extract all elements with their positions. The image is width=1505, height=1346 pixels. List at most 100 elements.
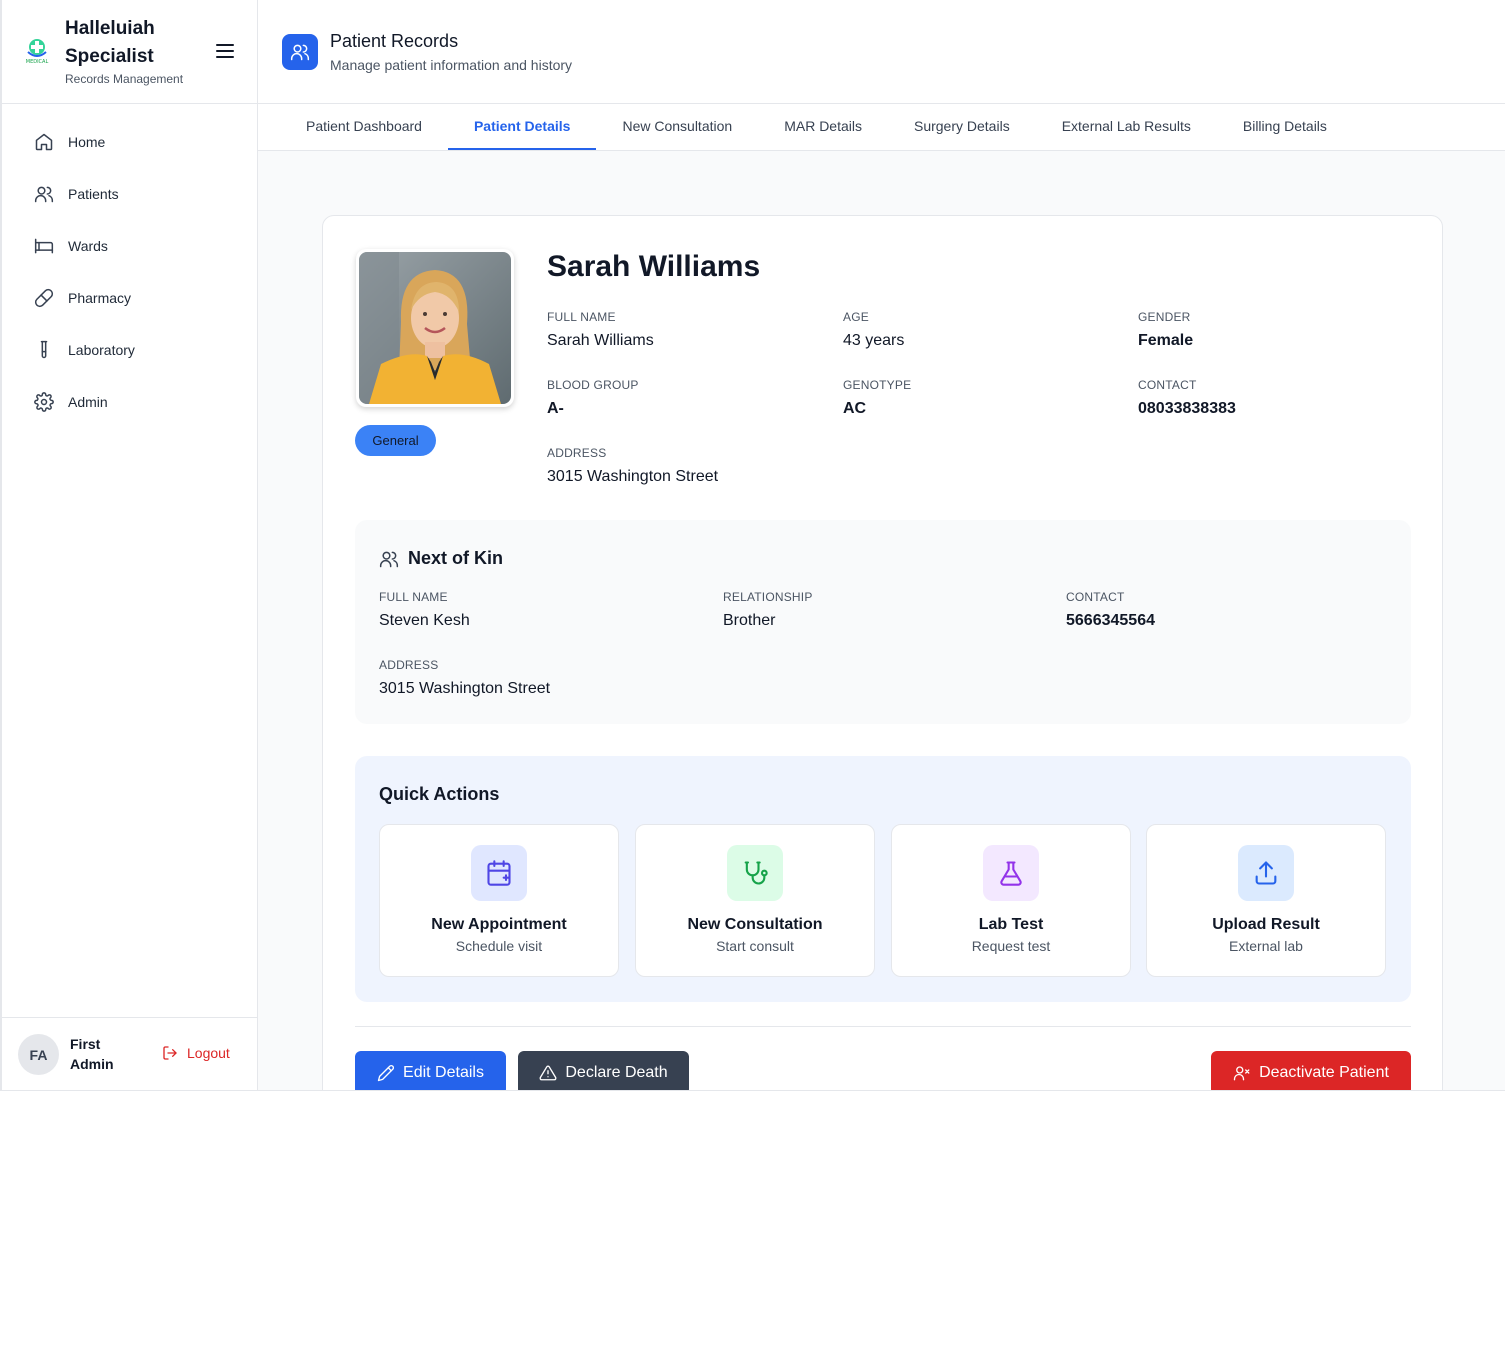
page-header: Patient Records Manage patient informati… [258, 0, 1505, 104]
field-label: GENDER [1138, 310, 1191, 324]
patient-card: General Sarah Williams FULL NAME Sarah W… [322, 215, 1443, 1090]
pencil-icon [377, 1065, 395, 1082]
calendar-plus-icon [487, 860, 511, 886]
bed-icon [34, 238, 54, 254]
qa-label: New Consultation [687, 916, 823, 933]
tab-patient-dashboard[interactable]: Patient Dashboard [280, 104, 448, 150]
tab-billing-details[interactable]: Billing Details [1217, 104, 1353, 150]
deactivate-patient-label: Deactivate Patient [1259, 1064, 1389, 1081]
qa-sub: Start consult [716, 938, 794, 954]
qa-label: New Appointment [431, 916, 567, 933]
gear-icon [34, 392, 54, 412]
field-label: FULL NAME [379, 590, 448, 604]
home-icon [35, 133, 53, 151]
field-value: 3015 Washington Street [379, 680, 551, 697]
kin-field-address: ADDRESS 3015 Washington Street [379, 658, 550, 698]
quick-action-lab-test[interactable]: Lab Test Request test [891, 824, 1131, 977]
users-icon [290, 44, 310, 61]
quick-actions-title: Quick Actions [379, 784, 500, 804]
brand-header: MEDICAL Halleluiah Specialist Records Ma… [2, 0, 257, 104]
field-blood-group: BLOOD GROUP A- [547, 378, 639, 418]
field-label: BLOOD GROUP [547, 378, 639, 392]
declare-death-label: Declare Death [565, 1064, 668, 1081]
tab-bar: Patient Dashboard Patient Details New Co… [258, 104, 1505, 151]
field-value: A- [547, 400, 564, 417]
declare-death-button[interactable]: Declare Death [518, 1051, 689, 1090]
qa-icon-box [1238, 845, 1294, 901]
field-value: 43 years [843, 332, 905, 349]
avatar: FA [18, 1034, 59, 1075]
field-label: CONTACT [1138, 378, 1197, 392]
kin-field-full-name: FULL NAME Steven Kesh [379, 590, 470, 630]
quick-action-upload-result[interactable]: Upload Result External lab [1146, 824, 1386, 977]
sidebar-item-label: Wards [68, 238, 108, 254]
field-label: ADDRESS [379, 658, 439, 672]
divider [355, 1026, 1411, 1027]
sidebar-item-label: Pharmacy [68, 290, 132, 306]
sidebar: MEDICAL Halleluiah Specialist Records Ma… [0, 0, 258, 1090]
medical-logo-icon: MEDICAL [26, 39, 49, 65]
tab-patient-details[interactable]: Patient Details [447, 104, 597, 150]
patient-name-heading: Sarah Williams [547, 250, 761, 283]
tab-mar-details[interactable]: MAR Details [758, 104, 888, 150]
field-contact: CONTACT 08033838383 [1138, 378, 1236, 418]
menu-toggle-icon[interactable] [214, 40, 236, 62]
field-label: AGE [843, 310, 869, 324]
next-of-kin-heading: Next of Kin [408, 548, 504, 568]
kin-field-relationship: RELATIONSHIP Brother [723, 590, 813, 630]
field-label: GENOTYPE [843, 378, 912, 392]
tab-new-consultation[interactable]: New Consultation [596, 104, 758, 150]
brand-subtitle: Records Management [65, 72, 184, 86]
sidebar-item-laboratory[interactable]: Laboratory [2, 324, 257, 376]
sidebar-item-wards[interactable]: Wards [2, 220, 257, 272]
quick-action-new-consultation[interactable]: New Consultation Start consult [635, 824, 875, 977]
qa-sub: Schedule visit [455, 938, 543, 954]
qa-icon-box [727, 845, 783, 901]
field-full-name: FULL NAME Sarah Williams [547, 310, 654, 350]
users-icon [379, 551, 399, 567]
sidebar-item-admin[interactable]: Admin [2, 376, 257, 428]
main-content: Patient Records Manage patient informati… [258, 0, 1505, 1090]
patient-photo [359, 252, 511, 404]
field-value: 5666345564 [1066, 612, 1155, 629]
warning-triangle-icon [539, 1065, 557, 1081]
tab-external-lab-results[interactable]: External Lab Results [1036, 104, 1217, 150]
field-label: CONTACT [1066, 590, 1125, 604]
test-tube-icon [40, 340, 48, 359]
field-label: RELATIONSHIP [723, 590, 813, 604]
tab-surgery-details[interactable]: Surgery Details [888, 104, 1036, 150]
sidebar-item-patients[interactable]: Patients [2, 168, 257, 220]
sidebar-item-home[interactable]: Home [2, 116, 257, 168]
logout-icon [163, 1046, 177, 1060]
user-name: First Admin [70, 1036, 114, 1072]
header-icon-box [282, 34, 318, 70]
deactivate-patient-button[interactable]: Deactivate Patient [1211, 1051, 1411, 1090]
app-frame: MEDICAL Halleluiah Specialist Records Ma… [0, 0, 1505, 1091]
logout-button[interactable]: Logout [162, 1045, 230, 1061]
field-address: ADDRESS 3015 Washington Street [547, 446, 718, 486]
user-panel: FA First Admin Logout [2, 1017, 258, 1090]
field-label: FULL NAME [547, 310, 616, 324]
field-value: 3015 Washington Street [547, 468, 719, 485]
users-icon [34, 186, 54, 203]
field-value: 08033838383 [1138, 400, 1236, 417]
sidebar-item-label: Laboratory [68, 342, 135, 358]
field-label: ADDRESS [547, 446, 607, 460]
edit-details-button[interactable]: Edit Details [355, 1051, 506, 1090]
field-value: Female [1138, 332, 1194, 349]
sidebar-item-label: Home [68, 134, 106, 150]
qa-icon-box [983, 845, 1039, 901]
sidebar-item-pharmacy[interactable]: Pharmacy [2, 272, 257, 324]
field-genotype: GENOTYPE AC [843, 378, 911, 418]
patient-category-badge: General [355, 425, 436, 456]
logo-text: MEDICAL [26, 59, 49, 65]
next-of-kin-title: Next of Kin [379, 548, 503, 569]
pill-icon [34, 288, 54, 308]
logout-label: Logout [187, 1045, 230, 1061]
qa-label: Upload Result [1212, 916, 1320, 933]
patient-photo-frame [356, 249, 514, 407]
field-value: Brother [723, 612, 776, 629]
patient-portrait-image [359, 252, 511, 404]
quick-action-new-appointment[interactable]: New Appointment Schedule visit [379, 824, 619, 977]
field-value: Sarah Williams [547, 332, 654, 349]
